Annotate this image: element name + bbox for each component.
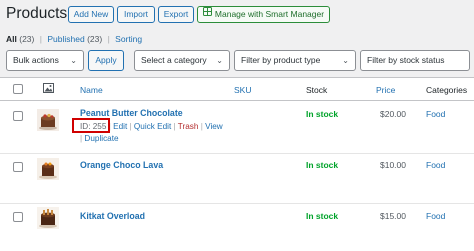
select-all-checkbox[interactable] <box>13 84 23 94</box>
edit-link[interactable]: Edit <box>113 122 127 131</box>
actions-separator: | <box>200 122 203 131</box>
product-type-value: Filter by product type <box>241 55 321 65</box>
apply-button[interactable]: Apply <box>88 50 124 71</box>
view-published-link[interactable]: Published <box>47 34 84 44</box>
column-stock: Stock <box>306 85 328 95</box>
view-all-link[interactable]: All <box>6 34 17 44</box>
row-checkbox[interactable] <box>13 111 23 121</box>
smart-manager-button[interactable]: Manage with Smart Manager <box>197 6 330 23</box>
chevron-down-icon: ⌄ <box>216 56 223 65</box>
products-table: Name SKU Stock Price Categories Peanut B… <box>0 77 474 251</box>
duplicate-link[interactable]: Duplicate <box>84 134 118 143</box>
stock-status: In stock <box>306 160 339 170</box>
product-price: $20.00 <box>380 109 406 119</box>
product-thumbnail[interactable] <box>37 207 59 229</box>
product-price: $15.00 <box>380 211 406 221</box>
column-sku[interactable]: SKU <box>234 85 251 95</box>
image-icon <box>43 83 54 95</box>
product-name-link[interactable]: Kitkat Overload <box>80 211 145 221</box>
column-categories: Categories <box>426 85 468 95</box>
row-checkbox[interactable] <box>13 162 23 172</box>
view-sorting-link[interactable]: Sorting <box>115 34 142 44</box>
grid-icon <box>202 6 212 21</box>
smart-manager-label: Manage with Smart Manager <box>214 9 325 19</box>
view-all-count: (23) <box>19 34 35 44</box>
quick-edit-link[interactable]: Quick Edit <box>134 122 171 131</box>
product-thumbnail[interactable] <box>37 109 59 131</box>
product-name-link[interactable]: Orange Choco Lava <box>80 160 163 170</box>
export-button[interactable]: Export <box>158 6 194 23</box>
actions-separator: | <box>173 122 176 131</box>
import-button[interactable]: Import <box>117 6 155 23</box>
table-row: Orange Choco Lava In stock $10.00 Food <box>0 154 474 204</box>
views-separator: | <box>107 34 110 44</box>
product-name-link[interactable]: Peanut Butter Chocolate <box>80 108 183 118</box>
stock-status: In stock <box>306 211 339 221</box>
status-views: All (23) | Published (23) | Sorting <box>6 34 142 44</box>
category-select[interactable]: Select a category ⌄ <box>134 50 230 71</box>
category-link[interactable]: Food <box>426 211 445 221</box>
add-new-button[interactable]: Add New <box>68 6 114 23</box>
bulk-actions-value: Bulk actions <box>13 55 59 65</box>
stock-status-select[interactable]: Filter by stock status <box>360 50 470 71</box>
stock-status: In stock <box>306 109 339 119</box>
product-thumbnail[interactable] <box>37 158 59 180</box>
stock-status-value: Filter by stock status <box>367 55 445 65</box>
chevron-down-icon: ⌄ <box>70 56 77 65</box>
chevron-down-icon: ⌄ <box>342 56 349 65</box>
category-link[interactable]: Food <box>426 109 445 119</box>
id-highlight-box <box>72 118 110 133</box>
trash-link[interactable]: Trash <box>178 122 199 131</box>
actions-separator: | <box>80 134 83 143</box>
page-title: Products <box>6 5 68 22</box>
view-published-count: (23) <box>87 34 103 44</box>
product-price: $10.00 <box>380 160 406 170</box>
row-actions-line-2: | Duplicate <box>80 134 119 143</box>
view-link[interactable]: View <box>205 122 223 131</box>
column-name[interactable]: Name <box>80 85 103 95</box>
row-checkbox[interactable] <box>13 212 23 222</box>
table-row: Kitkat Overload In stock $15.00 Food <box>0 204 474 251</box>
category-value: Select a category <box>141 55 207 65</box>
table-header: Name SKU Stock Price Categories <box>0 78 474 101</box>
bulk-actions-select[interactable]: Bulk actions ⌄ <box>6 50 84 71</box>
column-price[interactable]: Price <box>376 85 395 95</box>
views-separator: | <box>39 34 42 44</box>
product-type-select[interactable]: Filter by product type ⌄ <box>234 50 356 71</box>
actions-separator: | <box>129 122 132 131</box>
category-link[interactable]: Food <box>426 160 445 170</box>
